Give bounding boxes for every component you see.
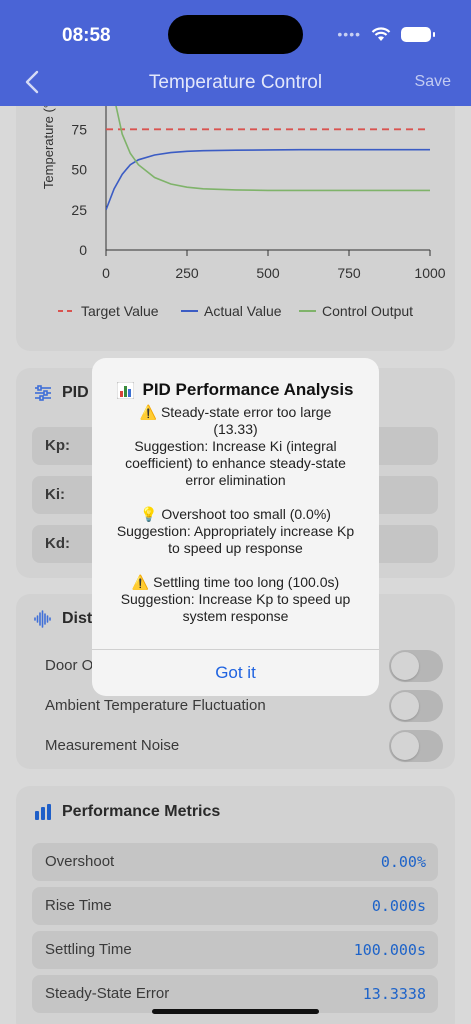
status-time: 08:58 xyxy=(62,25,111,46)
page-title: Temperature Control xyxy=(148,72,323,93)
legend-label: Actual Value xyxy=(204,303,282,319)
pid-label: Kp: xyxy=(45,437,70,454)
metric-label: Settling Time xyxy=(45,941,132,958)
x-tick-label: 0 xyxy=(102,265,110,281)
dynamic-island xyxy=(168,15,303,54)
pid-title: PID xyxy=(62,384,89,401)
metric-value: 0.00% xyxy=(380,853,426,871)
home-indicator xyxy=(152,1009,319,1014)
legend-label: Target Value xyxy=(81,303,159,319)
disturbance-header: Dist xyxy=(34,610,92,628)
waveform-icon xyxy=(34,610,51,628)
alert-line: (13.33) xyxy=(213,421,258,437)
alert-line: Suggestion: Increase Ki (integral xyxy=(134,438,337,454)
disturbance-title: Dist xyxy=(62,610,93,627)
chart-card: 0 250 500 750 1000 0 25 50 75 Temperature (° Targe… xyxy=(16,106,455,351)
alert-spacer xyxy=(106,489,365,506)
y-tick-label: 25 xyxy=(71,202,87,218)
bar-chart-emoji-icon xyxy=(117,381,135,399)
metric-label: Steady-State Error xyxy=(45,985,170,1002)
alert-spacer xyxy=(106,557,365,574)
alert-line: ⚠️ Settling time too long (100.0s) xyxy=(131,574,340,590)
alert-title: PID Performance Analysis xyxy=(142,380,354,399)
wifi-icon xyxy=(371,26,391,41)
metrics-header: Performance Metrics xyxy=(34,803,220,821)
alert-line: Suggestion: Appropriately increase Kp xyxy=(116,523,355,539)
y-axis-label: Temperature (° xyxy=(41,106,56,189)
alert-line: ⚠️ Steady-state error too large xyxy=(139,404,332,420)
sliders-icon xyxy=(35,385,51,401)
alert-line: coefficient) to enhance steady-state xyxy=(125,455,346,471)
metric-row-rise-time: Rise Time 0.000s xyxy=(32,887,438,925)
ambient-fluctuation-toggle[interactable] xyxy=(389,690,443,722)
pid-label: Ki: xyxy=(45,486,65,503)
status-bar: 08:58 •••• xyxy=(0,0,471,60)
nav-bar: Temperature Control Save xyxy=(0,60,471,106)
pid-label: Kd: xyxy=(45,535,70,552)
x-tick-label: 250 xyxy=(175,265,199,281)
bar-chart-icon xyxy=(35,804,51,820)
metric-label: Overshoot xyxy=(45,853,115,870)
door-open-toggle[interactable] xyxy=(389,650,443,682)
series-line-2 xyxy=(115,106,430,192)
pid-header: PID xyxy=(34,384,89,402)
battery-icon xyxy=(401,26,435,42)
metrics-card: Performance Metrics Overshoot 0.00% Rise… xyxy=(16,786,455,1024)
metric-value: 100.000s xyxy=(353,941,426,959)
y-tick-label: 50 xyxy=(71,162,87,178)
metric-row-overshoot: Overshoot 0.00% xyxy=(32,843,438,881)
app-header: 08:58 •••• Temperature Control Save xyxy=(0,0,471,106)
toggle-label: Door O xyxy=(45,657,94,674)
performance-alert-dialog: PID Performance Analysis ⚠️ Steady-state… xyxy=(92,358,379,696)
alert-line: Suggestion: Increase Kp to speed up xyxy=(120,591,351,607)
got-it-button[interactable]: Got it xyxy=(92,650,379,696)
alert-line: to speed up response xyxy=(168,540,303,556)
metric-label: Rise Time xyxy=(45,897,112,914)
y-tick-label: 0 xyxy=(79,242,87,258)
alert-line: error elimination xyxy=(185,472,286,488)
temperature-chart: 0 250 500 750 1000 0 25 50 75 Temperature (° Targe… xyxy=(41,106,446,319)
save-button[interactable]: Save xyxy=(415,73,451,91)
alert-line: system response xyxy=(182,608,289,624)
status-icons: •••• xyxy=(337,26,435,42)
x-tick-label: 500 xyxy=(256,265,280,281)
alert-message: ⚠️ Steady-state error too large (13.33) Su… xyxy=(106,404,365,625)
series-line-1 xyxy=(106,148,430,211)
metric-value: 13.3338 xyxy=(362,985,426,1003)
metric-row-steady-state-error: Steady-State Error 13.3338 xyxy=(32,975,438,1013)
metrics-title: Performance Metrics xyxy=(62,803,221,820)
x-tick-label: 1000 xyxy=(414,265,445,281)
alert-title-row: PID Performance Analysis xyxy=(92,380,379,404)
y-tick-label: 75 xyxy=(71,121,87,137)
measurement-noise-toggle[interactable] xyxy=(389,730,443,762)
metric-row-settling-time: Settling Time 100.000s xyxy=(32,931,438,969)
x-tick-label: 750 xyxy=(337,265,361,281)
toggle-label: Ambient Temperature Fluctuation xyxy=(45,697,266,714)
metric-value: 0.000s xyxy=(371,897,426,915)
signal-icon: •••• xyxy=(337,26,361,42)
legend-label: Control Output xyxy=(322,303,413,319)
alert-line: 💡 Overshoot too small (0.0%) xyxy=(140,506,331,522)
toggle-label: Measurement Noise xyxy=(45,737,180,754)
